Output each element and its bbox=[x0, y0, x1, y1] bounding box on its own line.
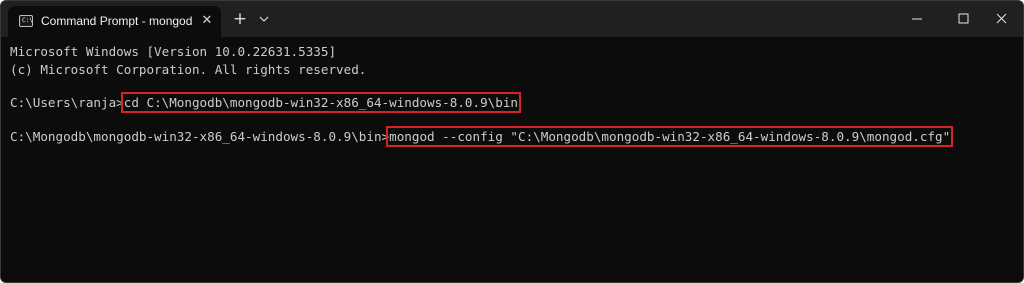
close-tab-icon[interactable]: ✕ bbox=[199, 13, 215, 29]
close-icon bbox=[996, 13, 1007, 24]
prompt-text: C:\Users\ranja> bbox=[10, 95, 124, 110]
terminal-line: C:\Mongodb\mongodb-win32-x86_64-windows-… bbox=[10, 126, 954, 147]
terminal-window: C:\ Command Prompt - mongod ✕ + Microsof… bbox=[0, 0, 1024, 283]
terminal-line: Microsoft Windows [Version 10.0.22631.53… bbox=[10, 43, 336, 60]
command-prompt-icon: C:\ bbox=[19, 15, 33, 27]
copyright-text: (c) Microsoft Corporation. All rights re… bbox=[10, 62, 367, 77]
highlighted-command: cd C:\Mongodb\mongodb-win32-x86_64-windo… bbox=[120, 92, 522, 113]
close-window-button[interactable] bbox=[979, 1, 1023, 37]
terminal-line: C:\Users\ranja>cd C:\Mongodb\mongodb-win… bbox=[10, 92, 522, 113]
prompt-text: C:\Mongodb\mongodb-win32-x86_64-windows-… bbox=[10, 129, 390, 144]
tab-command-prompt[interactable]: C:\ Command Prompt - mongod ✕ bbox=[8, 6, 221, 37]
terminal-line: (c) Microsoft Corporation. All rights re… bbox=[10, 61, 366, 78]
version-text: Microsoft Windows [Version 10.0.22631.53… bbox=[10, 44, 337, 59]
terminal-output[interactable]: Microsoft Windows [Version 10.0.22631.53… bbox=[1, 37, 1023, 282]
tab-title: Command Prompt - mongod bbox=[41, 14, 193, 28]
chevron-down-icon[interactable] bbox=[256, 11, 272, 27]
new-tab-button[interactable]: + bbox=[231, 10, 249, 28]
highlighted-command: mongod --config "C:\Mongodb\mongodb-win3… bbox=[386, 126, 954, 147]
title-bar: C:\ Command Prompt - mongod ✕ + bbox=[1, 1, 1023, 37]
